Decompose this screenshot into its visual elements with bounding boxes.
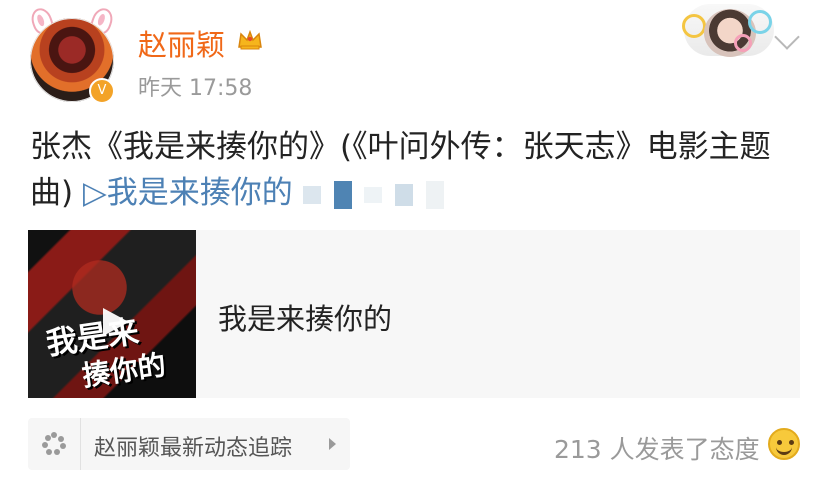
footer-divider: [80, 418, 81, 470]
music-card[interactable]: 我是来 揍你的 我是来揍你的: [28, 230, 800, 398]
blurred-text-block: [426, 180, 445, 209]
play-icon[interactable]: [103, 308, 129, 336]
author-avatar-wrap[interactable]: V: [22, 5, 122, 108]
blurred-text-block: [302, 185, 321, 204]
post-text: 张杰《我是来揍你的》(《叶问外传：张天志》电影主题曲) ▷我是来揍你的: [30, 124, 798, 216]
post-time: 昨天 17:58: [138, 76, 253, 101]
swirl-icon: [734, 34, 752, 52]
blurred-text-block: [333, 180, 352, 209]
reaction-count[interactable]: 213 人发表了态度: [554, 430, 760, 466]
tracking-label[interactable]: 赵丽颖最新动态追踪: [94, 430, 292, 462]
swirl-icon: [748, 10, 772, 34]
right-profile-badge[interactable]: [682, 4, 774, 57]
music-card-title[interactable]: 我是来揍你的: [218, 296, 392, 338]
song-link[interactable]: ▷我是来揍你的: [83, 175, 293, 211]
blurred-text-block: [395, 183, 414, 206]
music-thumbnail[interactable]: 我是来 揍你的: [28, 230, 196, 398]
blurred-text-block: [364, 186, 383, 203]
verified-badge-icon: V: [89, 78, 115, 104]
tracking-pill[interactable]: 赵丽颖最新动态追踪: [28, 418, 350, 470]
swirl-icon: [682, 14, 706, 38]
dots-icon: [42, 432, 66, 456]
thumbnail-title-line2: 揍你的: [80, 348, 168, 393]
crown-icon: [238, 29, 262, 50]
chevron-right-icon: [329, 438, 336, 450]
author-name[interactable]: 赵丽颖: [138, 22, 225, 64]
chevron-down-icon[interactable]: [774, 24, 800, 50]
smile-face-icon[interactable]: [768, 428, 800, 460]
